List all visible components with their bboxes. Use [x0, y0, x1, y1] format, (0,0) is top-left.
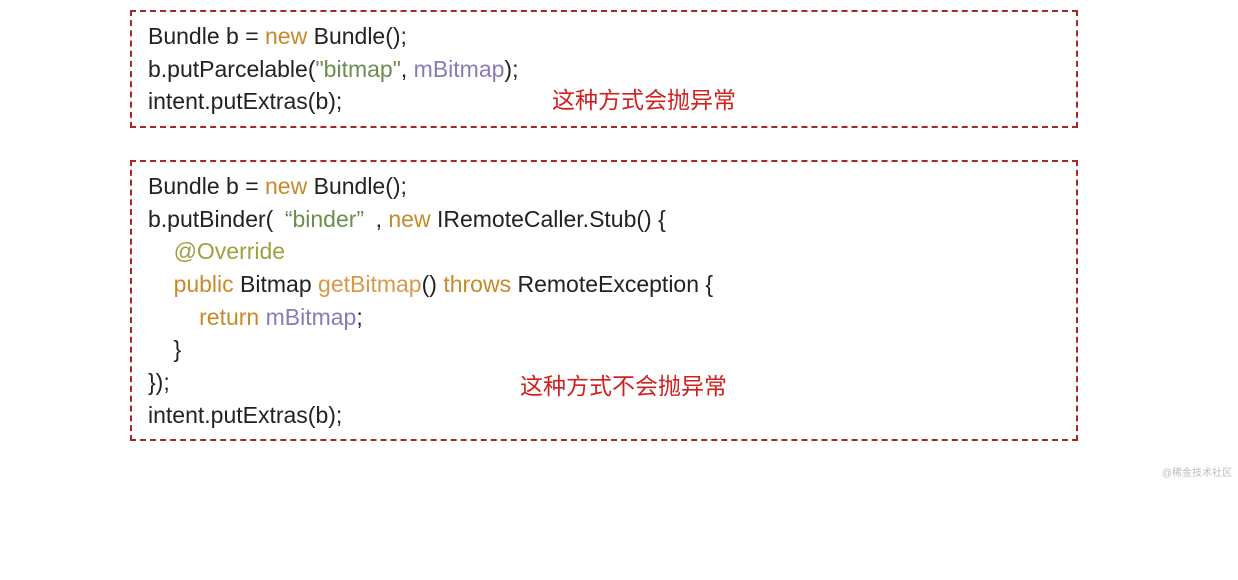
- code-line: Bundle b = new Bundle();: [148, 20, 1060, 53]
- code-box-parcelable: Bundle b = new Bundle(); b.putParcelable…: [130, 10, 1078, 128]
- code-text: RemoteException {: [511, 271, 713, 297]
- code-text: Bitmap: [234, 271, 318, 297]
- code-line: }: [148, 333, 1060, 366]
- code-line: b.putBinder( “binder” , new IRemoteCalle…: [148, 203, 1060, 236]
- keyword-return: return: [199, 304, 259, 330]
- code-text: b.putBinder(: [148, 206, 285, 232]
- code-text: Bundle b =: [148, 23, 265, 49]
- annotation-override: @Override: [174, 238, 286, 264]
- code-line: b.putParcelable("bitmap", mBitmap);: [148, 53, 1060, 86]
- string-literal: "bitmap": [316, 56, 401, 82]
- method-name: getBitmap: [318, 271, 422, 297]
- code-text: b.putParcelable(: [148, 56, 316, 82]
- string-literal: “binder”: [285, 206, 364, 232]
- code-text: Bundle();: [307, 173, 407, 199]
- code-line: intent.putExtras(b);: [148, 399, 1060, 432]
- code-text: intent.putExtras(b);: [148, 88, 342, 114]
- variable: mBitmap: [414, 56, 505, 82]
- keyword-public: public: [174, 271, 234, 297]
- code-text: }: [148, 336, 181, 362]
- keyword-new: new: [388, 206, 430, 232]
- variable: mBitmap: [266, 304, 357, 330]
- code-text: ;: [356, 304, 362, 330]
- code-text: });: [148, 369, 170, 395]
- code-text: [148, 304, 199, 330]
- keyword-new: new: [265, 173, 307, 199]
- code-line: public Bitmap getBitmap() throws RemoteE…: [148, 268, 1060, 301]
- code-text: Bundle();: [307, 23, 407, 49]
- keyword-new: new: [265, 23, 307, 49]
- code-text: ,: [401, 56, 414, 82]
- code-line: Bundle b = new Bundle();: [148, 170, 1060, 203]
- code-text: (): [422, 271, 444, 297]
- code-text: Bundle b =: [148, 173, 265, 199]
- watermark: @稀金技术社区: [1162, 464, 1232, 479]
- code-line: return mBitmap;: [148, 301, 1060, 334]
- annotation-throws-exception: 这种方式会抛异常: [552, 84, 736, 117]
- code-text: );: [504, 56, 518, 82]
- code-line: @Override: [148, 235, 1060, 268]
- code-text: intent.putExtras(b);: [148, 402, 342, 428]
- code-text: IRemoteCaller.Stub() {: [431, 206, 666, 232]
- code-text: ,: [364, 206, 388, 232]
- annotation-no-exception: 这种方式不会抛异常: [520, 370, 727, 403]
- keyword-throws: throws: [443, 271, 511, 297]
- code-box-binder: Bundle b = new Bundle(); b.putBinder( “b…: [130, 160, 1078, 441]
- code-text: [148, 271, 174, 297]
- code-text: [148, 238, 174, 264]
